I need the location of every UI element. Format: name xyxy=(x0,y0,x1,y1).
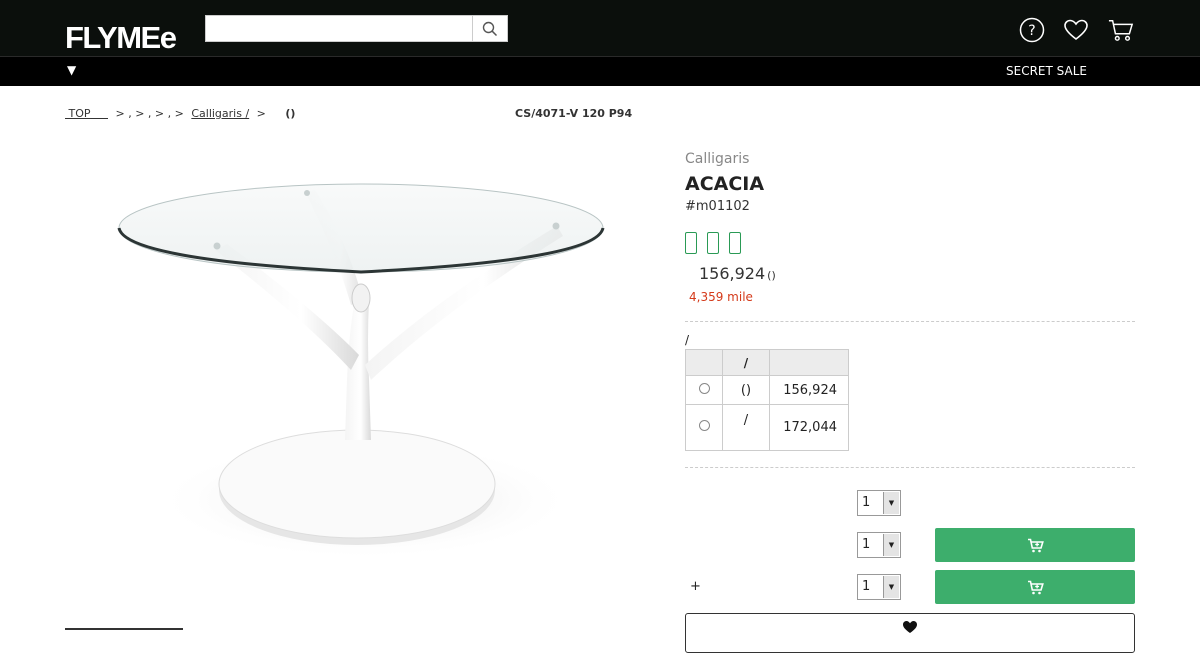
badge-icon xyxy=(707,232,719,254)
search-box xyxy=(205,15,508,42)
option-radio[interactable] xyxy=(698,382,710,394)
breadcrumb-separators: > , > , > , > xyxy=(115,107,184,120)
options-header: / xyxy=(722,349,770,376)
option-name: () xyxy=(722,375,770,405)
product-name: ACACIA xyxy=(685,173,765,195)
nav-bar: ▼ SECRET SALE xyxy=(0,56,1200,86)
search-input[interactable] xyxy=(206,16,473,41)
chevron-down-icon[interactable]: ▼ xyxy=(883,576,899,598)
options-header xyxy=(685,349,723,376)
svg-text:?: ? xyxy=(1028,23,1035,39)
divider xyxy=(685,321,1135,322)
add-to-cart-button[interactable] xyxy=(935,528,1135,562)
product-price: 156,924() xyxy=(699,264,776,283)
help-button[interactable]: ? xyxy=(1019,17,1045,43)
option-price: 156,924 xyxy=(769,375,849,405)
search-icon xyxy=(482,21,498,36)
category-menu-toggle[interactable]: ▼ xyxy=(67,63,76,77)
price-value: 156,924 xyxy=(699,264,766,283)
table-row[interactable]: () 156,924 xyxy=(685,375,849,405)
options-table: / () 156,924 / 172,044 xyxy=(685,349,849,451)
divider xyxy=(685,467,1135,468)
quantity-select[interactable]: 1 ▼ xyxy=(857,532,901,558)
badge-row xyxy=(685,232,741,254)
product-sku: #m01102 xyxy=(685,199,750,214)
chevron-down-icon[interactable]: ▼ xyxy=(883,492,899,514)
secret-sale-link[interactable]: SECRET SALE xyxy=(1006,64,1087,78)
badge-icon xyxy=(729,232,741,254)
chevron-down-icon[interactable]: ▼ xyxy=(883,534,899,556)
breadcrumb-current: () xyxy=(285,107,296,120)
top-header: FLYMEe ? xyxy=(0,0,1200,56)
option-price: 172,044 xyxy=(769,404,849,451)
favorites-button[interactable] xyxy=(1063,17,1089,43)
cart-icon xyxy=(1108,19,1134,41)
purchase-row: 1 ▼ xyxy=(685,486,1135,520)
quantity-select[interactable]: 1 ▼ xyxy=(857,574,901,600)
purchase-label: + xyxy=(690,579,701,594)
heart-icon xyxy=(1064,19,1088,41)
breadcrumb-separator: > xyxy=(256,107,266,120)
price-tax-note: () xyxy=(767,269,776,282)
breadcrumb-brand-link[interactable]: Calligaris / xyxy=(191,107,249,120)
product-code: CS/4071-V 120 P94 xyxy=(515,107,633,120)
site-logo[interactable]: FLYMEe xyxy=(65,18,177,58)
cart-add-icon xyxy=(1027,580,1044,594)
options-header-row: / xyxy=(685,349,849,376)
badge-icon xyxy=(685,232,697,254)
help-icon: ? xyxy=(1019,17,1045,43)
cart-button[interactable] xyxy=(1108,17,1134,43)
search-button[interactable] xyxy=(472,16,507,41)
product-image[interactable] xyxy=(65,140,655,600)
purchase-row: 1 ▼ xyxy=(685,528,1135,562)
option-radio[interactable] xyxy=(698,420,710,431)
breadcrumb: TOP > , > , > , > Calligaris / > () xyxy=(65,107,296,120)
add-set-to-cart-button[interactable] xyxy=(935,570,1135,604)
quantity-select[interactable]: 1 ▼ xyxy=(857,490,901,516)
add-to-favorites-button[interactable] xyxy=(685,613,1135,653)
brand-name[interactable]: Calligaris xyxy=(685,151,749,167)
options-header xyxy=(769,349,849,376)
mile-points: 4,359 mile xyxy=(689,290,753,304)
breadcrumb-top-link[interactable]: TOP xyxy=(65,107,108,120)
option-name: / xyxy=(722,404,770,451)
purchase-row: + 1 ▼ xyxy=(685,570,1135,604)
heart-icon xyxy=(903,621,917,633)
table-row[interactable]: / 172,044 xyxy=(685,404,849,451)
cart-add-icon xyxy=(1027,538,1044,552)
options-label: / xyxy=(685,333,690,347)
